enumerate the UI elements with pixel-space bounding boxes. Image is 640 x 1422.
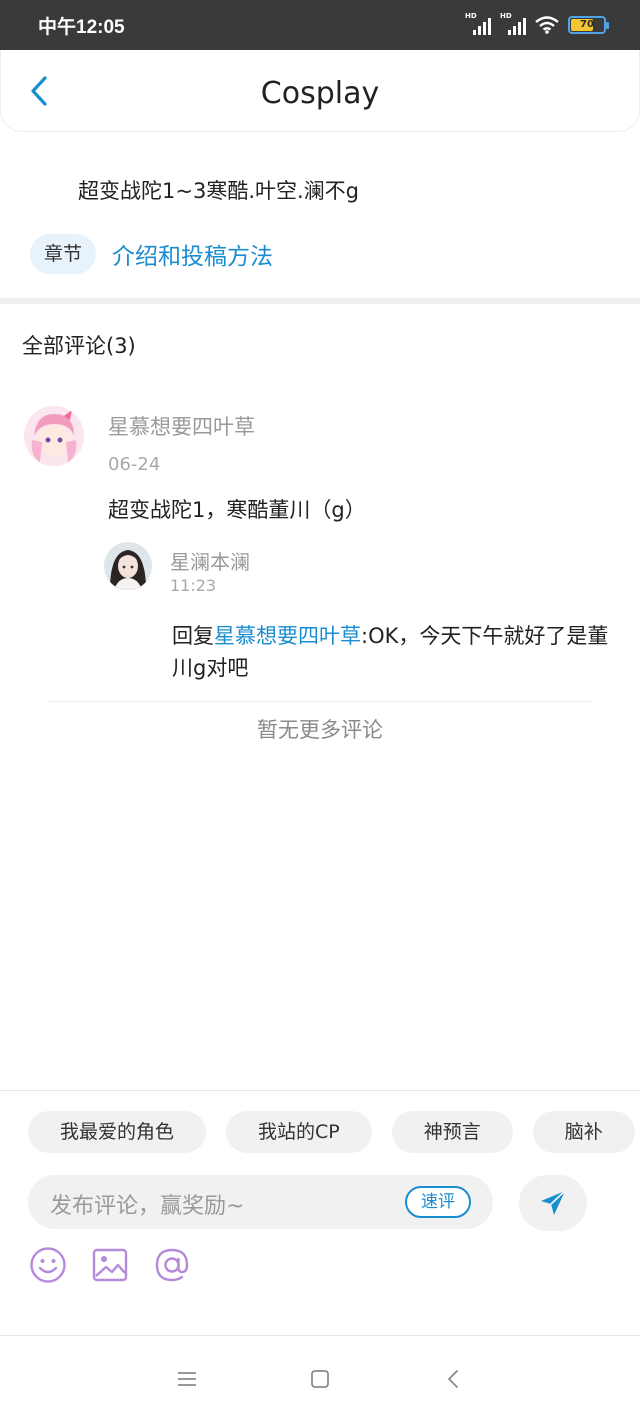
chip-favorite-character[interactable]: 我最爱的角色 [28,1111,207,1153]
compose-tools [28,1245,192,1285]
reply-text: 回复星慕想要四叶草:OK，今天下午就好了是董川g对吧 [172,620,622,684]
chapter-tag: 章节 [30,234,97,274]
chip-my-cp[interactable]: 我站的CP [226,1111,372,1153]
battery-icon: 70 [568,16,609,34]
reply-time: 11:23 [170,576,217,595]
chip-headcanon[interactable]: 脑补 [532,1111,635,1153]
status-bar: 中午12:05 HD HD 70 [0,0,640,50]
comment-text: 超变战陀1，寒酷董川（g） [108,498,366,522]
signal-icon-2: HD [500,12,526,35]
no-more-comments: 暂无更多评论 [257,718,383,742]
chapter-row: 章节 介绍和投稿方法 [30,234,273,274]
compose-panel: 我最爱的角色 我站的CP 神预言 脑补 发布评论，赢奖励~ 速评 [0,1090,640,1336]
status-icons: HD HD 70 [465,12,609,35]
home-icon[interactable] [307,1366,333,1392]
comment-input[interactable]: 发布评论，赢奖励~ 速评 [28,1175,493,1229]
signal-icon: HD [465,12,491,35]
reply-mention[interactable]: 星慕想要四叶草 [214,624,361,648]
comment-input-placeholder: 发布评论，赢奖励~ [50,1194,245,1219]
chapter-link[interactable]: 介绍和投稿方法 [112,237,273,271]
system-nav-bar [0,1336,640,1422]
quick-comment-button[interactable]: 速评 [405,1186,471,1218]
reply-avatar[interactable] [104,542,152,590]
section-divider [0,298,640,304]
avatar[interactable] [24,406,84,466]
reply-author[interactable]: 星澜本澜 [170,546,250,575]
post-title: 超变战陀1~3寒酷.叶空.澜不g [78,179,359,203]
top-app-bar: Cosplay [0,50,640,132]
comment-author[interactable]: 星慕想要四叶草 [108,411,255,441]
battery-level: 70 [580,19,594,30]
back-nav-icon[interactable] [440,1366,466,1392]
reply-prefix: 回复 [172,624,214,648]
at-icon[interactable] [152,1245,192,1285]
comment-date: 06-24 [108,454,161,475]
smile-icon[interactable] [28,1245,68,1285]
image-icon[interactable] [90,1245,130,1285]
comments-count-header: 全部评论(3) [22,334,136,358]
divider [48,701,592,702]
quick-topic-chips: 我最爱的角色 我站的CP 神预言 脑补 [28,1111,635,1153]
send-icon [541,1190,566,1215]
send-button[interactable] [519,1175,587,1231]
status-time: 中午12:05 [38,16,125,38]
wifi-icon [535,16,559,34]
chip-prophecy[interactable]: 神预言 [391,1111,513,1153]
page-title: Cosplay [260,76,380,111]
menu-icon[interactable] [174,1366,200,1392]
